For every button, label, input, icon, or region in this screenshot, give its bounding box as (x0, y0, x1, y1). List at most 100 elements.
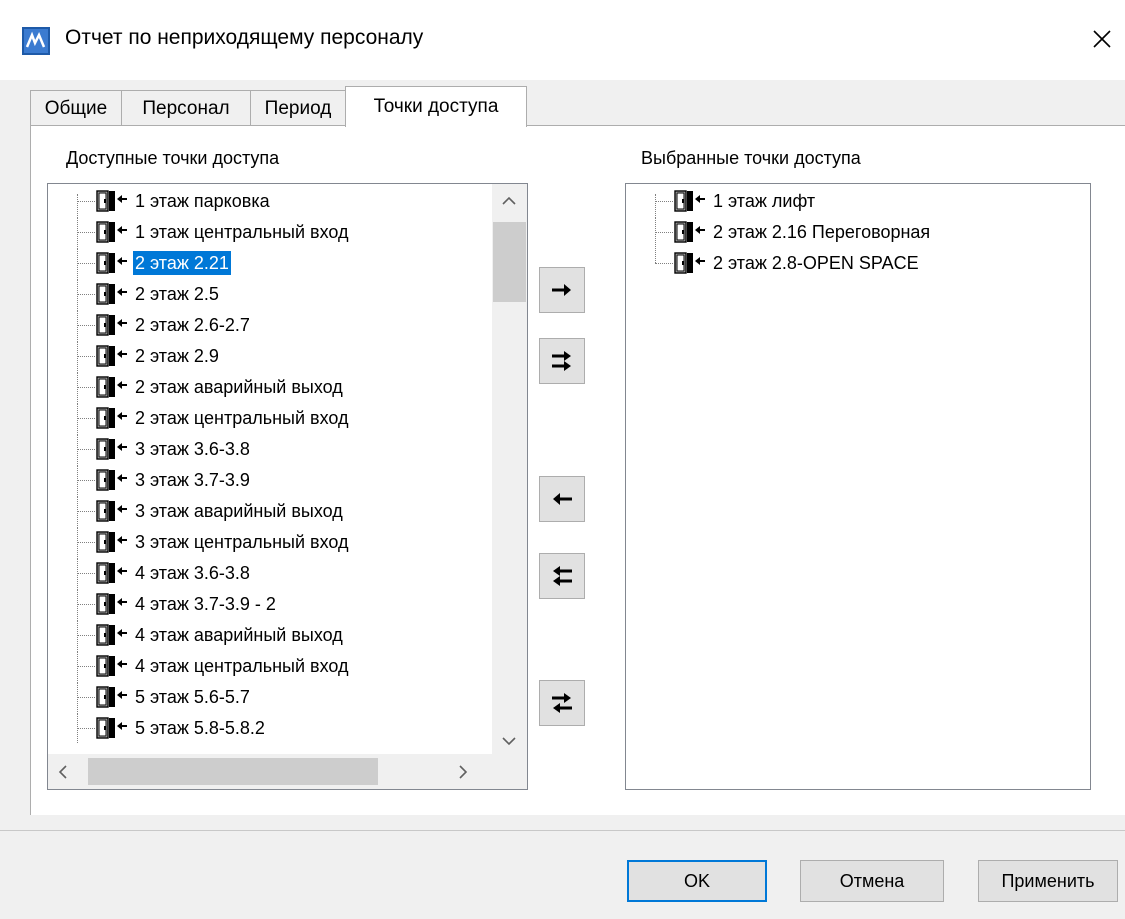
tree-item[interactable]: 4 этаж аварийный выход (48, 620, 468, 650)
door-access-icon (95, 283, 129, 305)
tree-item[interactable]: 2 этаж 2.16 Переговорная (626, 217, 1046, 247)
available-list[interactable]: 1 этаж парковка 1 этаж центральный вход 2 … (47, 183, 528, 790)
ok-button[interactable]: OK (627, 860, 767, 902)
tree-item[interactable]: 2 этаж 2.6-2.7 (48, 310, 468, 340)
window-title: Отчет по неприходящему персоналу (65, 26, 424, 49)
tree-item-label: 2 этаж центральный вход (135, 408, 349, 428)
tree-item[interactable]: 4 этаж центральный вход (48, 651, 468, 681)
door-access-icon (95, 314, 129, 336)
tree-item[interactable]: 2 этаж центральный вход (48, 403, 468, 433)
chosen-list[interactable]: 1 этаж лифт 2 этаж 2.16 Переговорная 2 эта… (625, 183, 1091, 790)
tree-item[interactable]: 5 этаж 5.6-5.7 (48, 682, 468, 712)
tab-label: Общие (44, 97, 108, 119)
tree-connector-line (655, 248, 656, 263)
apply-button[interactable]: Применить (978, 860, 1118, 902)
tree-item-label: 2 этаж 2.6-2.7 (135, 315, 250, 335)
move-left-button[interactable] (539, 476, 585, 522)
double-arrow-right-icon (552, 351, 571, 371)
tree-connector-branch (77, 666, 95, 667)
door-access-icon (95, 469, 129, 491)
tree-item[interactable]: 3 этаж центральный вход (48, 527, 468, 557)
tree-item-label: 4 этаж центральный вход (135, 656, 349, 676)
scroll-down-icon[interactable] (502, 736, 516, 746)
tree-item[interactable]: 2 этаж аварийный выход (48, 372, 468, 402)
tree-item-label: 1 этаж лифт (713, 191, 816, 211)
tree-item-label: 3 этаж 3.7-3.9 (135, 470, 250, 490)
tab-access-points[interactable]: Точки доступа (345, 86, 527, 127)
tree-item[interactable]: 3 этаж аварийный выход (48, 496, 468, 526)
horizontal-scroll-thumb[interactable] (88, 758, 378, 785)
tab-label: Период (264, 97, 332, 119)
tree-item[interactable]: 4 этаж 3.7-3.9 - 2 (48, 589, 468, 619)
title-bar: Отчет по неприходящему персоналу (0, 0, 1125, 80)
tree-connector-branch (77, 325, 95, 326)
scroll-right-icon[interactable] (458, 765, 468, 779)
tree-connector-line (77, 194, 78, 216)
door-access-icon (673, 252, 707, 274)
move-all-right-button[interactable] (539, 338, 585, 384)
tree-connector-branch (77, 263, 95, 264)
tree-connector-branch (77, 449, 95, 450)
double-arrow-left-icon (553, 566, 572, 586)
tree-item-label: 3 этаж 3.6-3.8 (135, 439, 250, 459)
close-button[interactable] (1079, 12, 1125, 66)
tree-connector-branch (77, 697, 95, 698)
tree-connector-branch (655, 201, 673, 202)
available-label: Доступные точки доступа (66, 148, 280, 168)
tree-connector-line (655, 194, 656, 216)
tree-connector-branch (77, 232, 95, 233)
tree-item[interactable]: 1 этаж лифт (626, 186, 1046, 216)
door-access-icon (95, 686, 129, 708)
tree-item-label: 5 этаж 5.8-5.8.2 (135, 718, 265, 738)
move-all-left-button[interactable] (539, 553, 585, 599)
app-logo-icon (22, 27, 50, 55)
tree-item-label: 2 этаж 2.21 (133, 251, 231, 275)
move-right-button[interactable] (539, 267, 585, 313)
tree-item[interactable]: 2 этаж 2.5 (48, 279, 468, 309)
arrow-right-icon (552, 284, 571, 296)
cancel-button[interactable]: Отмена (800, 860, 944, 902)
tree-item[interactable]: 1 этаж парковка (48, 186, 468, 216)
door-access-icon (95, 221, 129, 243)
tree-item[interactable]: 3 этаж 3.6-3.8 (48, 434, 468, 464)
tree-item-label: 1 этаж парковка (135, 191, 270, 211)
tree-item[interactable]: 2 этаж 2.9 (48, 341, 468, 371)
close-icon (1093, 30, 1111, 48)
tab-personnel[interactable]: Персонал (121, 90, 251, 126)
tree-connector-branch (77, 356, 95, 357)
scroll-left-icon[interactable] (58, 765, 68, 779)
tree-item[interactable]: 2 этаж 2.8-OPEN SPACE (626, 248, 1046, 278)
horizontal-scrollbar[interactable] (48, 754, 492, 789)
door-access-icon (95, 531, 129, 553)
tree-item[interactable]: 2 этаж 2.21 (48, 248, 468, 278)
tab-general[interactable]: Общие (30, 90, 122, 126)
tab-label: Точки доступа (373, 96, 499, 117)
tree-item-label: 2 этаж аварийный выход (135, 377, 343, 397)
tree-item-label: 4 этаж 3.6-3.8 (135, 563, 250, 583)
tree-connector-branch (77, 511, 95, 512)
footer-separator (0, 830, 1125, 831)
tree-connector-branch (77, 201, 95, 202)
tree-item[interactable]: 5 этаж 5.8-5.8.2 (48, 713, 468, 743)
door-access-icon (673, 190, 707, 212)
chosen-label: Выбранные точки доступа (641, 148, 861, 168)
tree-connector-branch (77, 480, 95, 481)
tab-label: Персонал (142, 97, 230, 119)
tree-item-label: 3 этаж аварийный выход (135, 501, 343, 521)
tree-item-label: 1 этаж центральный вход (135, 222, 349, 242)
door-access-icon (95, 717, 129, 739)
tree-connector-branch (655, 263, 673, 264)
vertical-scrollbar[interactable] (492, 184, 527, 754)
tree-item-label: 2 этаж 2.9 (135, 346, 219, 366)
tree-item[interactable]: 3 этаж 3.7-3.9 (48, 465, 468, 495)
tab-period[interactable]: Период (250, 90, 346, 126)
door-access-icon (95, 562, 129, 584)
door-access-icon (95, 624, 129, 646)
scroll-corner (492, 754, 527, 789)
tree-item[interactable]: 4 этаж 3.6-3.8 (48, 558, 468, 588)
vertical-scroll-thumb[interactable] (493, 222, 526, 302)
tree-connector-branch (77, 542, 95, 543)
scroll-up-icon[interactable] (502, 196, 516, 206)
swap-button[interactable] (539, 680, 585, 726)
tree-item[interactable]: 1 этаж центральный вход (48, 217, 468, 247)
